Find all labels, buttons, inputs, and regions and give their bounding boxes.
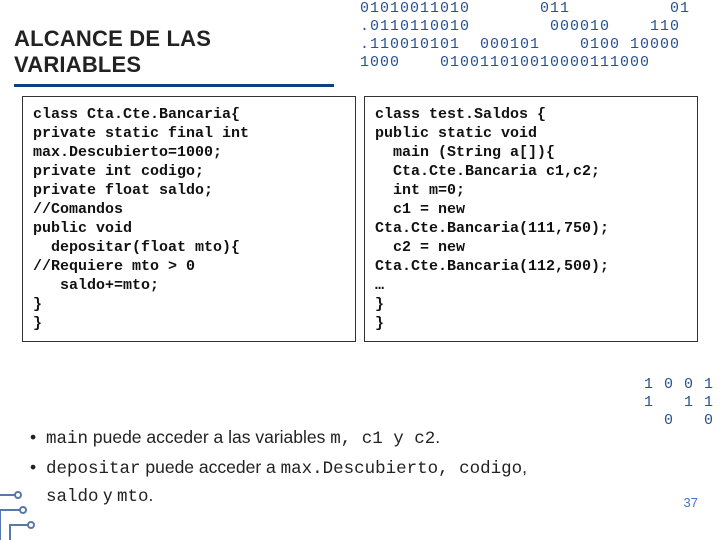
bullet-1-post: . — [435, 427, 440, 447]
bullet-1-text: main puede acceder a las variables m, c1… — [46, 424, 440, 452]
bullet-2: • depositar puede acceder a max.Descubie… — [30, 454, 690, 510]
code-saldo: saldo — [46, 487, 99, 507]
bullet-2-post: . — [149, 485, 154, 505]
code-right: class test.Saldos { public static void m… — [375, 105, 687, 333]
code-depositar: depositar — [46, 459, 141, 479]
bullet-2-y: y — [99, 485, 117, 505]
code-left: class Cta.Cte.Bancaria{ private static f… — [33, 105, 345, 333]
code-mto: mto — [117, 487, 149, 507]
code-row: class Cta.Cte.Bancaria{ private static f… — [22, 96, 698, 342]
background-binary-bottom: 1 0 0 1 1 1 1 0 0 — [644, 376, 714, 430]
bullet-2-mid: puede acceder a — [141, 457, 281, 477]
bullet-1: • main puede acceder a las variables m, … — [30, 424, 690, 452]
slide-title: ALCANCE DE LAS VARIABLES — [14, 26, 334, 78]
bullet-dot-icon: • — [30, 424, 46, 452]
slide: 01010011010 011 01 .0110110010 000010 11… — [0, 0, 720, 540]
bullet-1-mid: puede acceder a las variables — [88, 427, 330, 447]
title-underline — [14, 84, 334, 87]
code-main: main — [46, 429, 88, 449]
bullet-dot-icon: • — [30, 454, 46, 510]
code-vars-1: m, c1 y c2 — [330, 429, 435, 449]
title-block: ALCANCE DE LAS VARIABLES — [14, 26, 334, 87]
bullet-2-text: depositar puede acceder a max.Descubiert… — [46, 454, 527, 510]
code-box-left: class Cta.Cte.Bancaria{ private static f… — [22, 96, 356, 342]
page-number: 37 — [684, 495, 698, 510]
code-box-right: class test.Saldos { public static void m… — [364, 96, 698, 342]
bullet-list: • main puede acceder a las variables m, … — [30, 424, 690, 512]
bullet-2-comma: , — [522, 457, 527, 477]
background-binary-top: 01010011010 011 01 .0110110010 000010 11… — [360, 0, 720, 72]
code-vars-2a: max.Descubierto, codigo — [281, 459, 523, 479]
